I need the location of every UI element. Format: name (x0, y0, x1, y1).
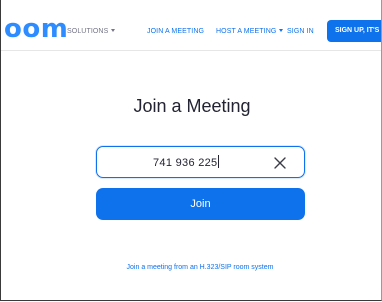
text-cursor (218, 155, 220, 168)
meeting-id-text: 741 936 225 (153, 157, 218, 169)
top-navigation-bar: oom SOLUTIONS JOIN A MEETING HOST A MEET… (1, 0, 381, 51)
nav-sign-in[interactable]: SIGN IN (287, 27, 314, 37)
join-button[interactable]: Join (96, 188, 305, 220)
close-icon[interactable] (272, 155, 288, 171)
browser-viewport: oom SOLUTIONS JOIN A MEETING HOST A MEET… (0, 0, 382, 301)
chevron-down-icon (279, 29, 284, 32)
nav-solutions-label: SOLUTIONS (67, 28, 109, 35)
nav-host-a-meeting[interactable]: HOST A MEETING (216, 27, 284, 37)
nav-solutions[interactable]: SOLUTIONS (67, 27, 116, 37)
page-title: Join a Meeting (133, 96, 251, 116)
nav-host-label: HOST A MEETING (216, 28, 277, 35)
nav-join-a-meeting[interactable]: JOIN A MEETING (147, 27, 204, 37)
sign-up-button[interactable]: SIGN UP, IT'S (327, 20, 381, 42)
meeting-id-input[interactable]: 741 936 225 (96, 146, 305, 178)
meeting-id-value: 741 936 225 (153, 155, 220, 170)
chevron-down-icon (111, 29, 116, 32)
zoom-logo[interactable]: oom (4, 14, 68, 44)
h323-sip-link[interactable]: Join a meeting from an H.323/SIP room sy… (1, 263, 381, 273)
